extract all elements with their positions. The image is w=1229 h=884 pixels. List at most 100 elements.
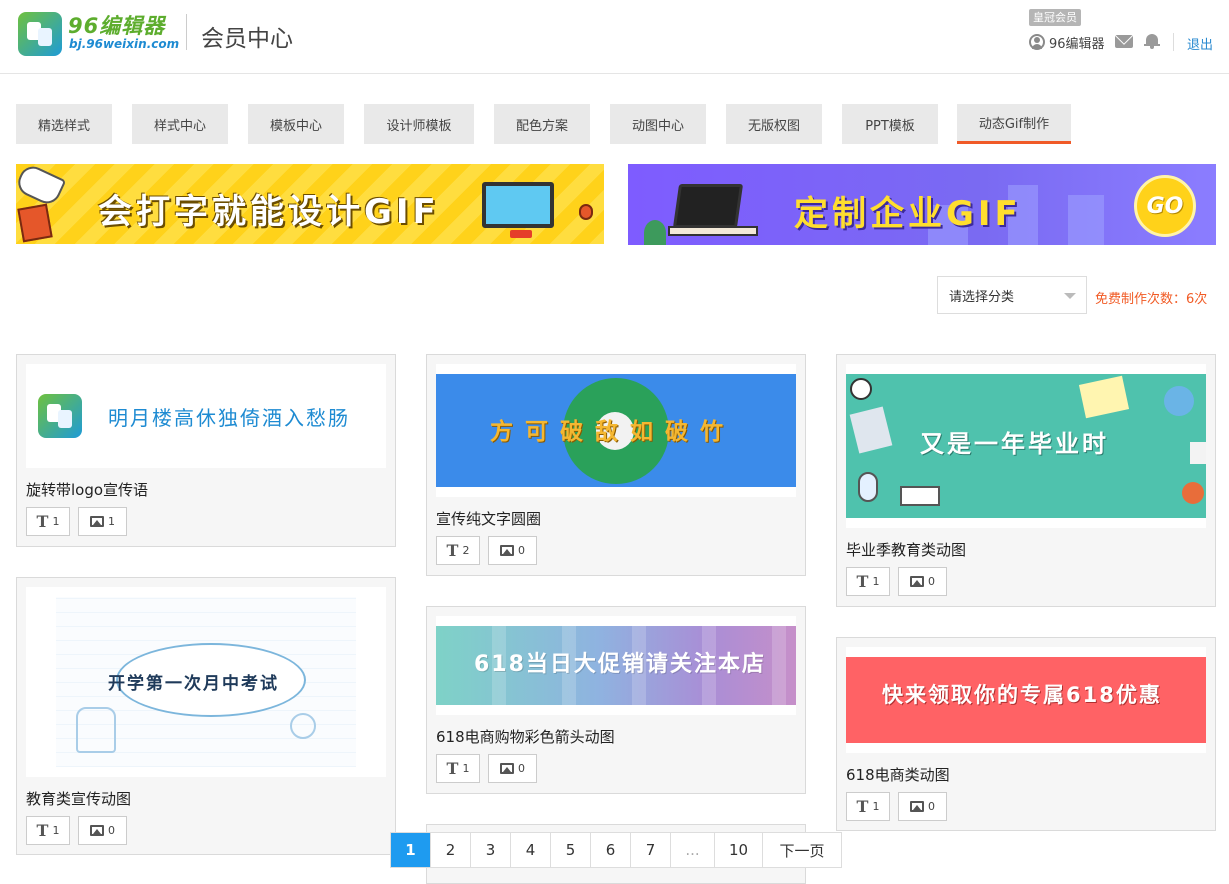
gif-card[interactable]: 开学第一次月中考试 教育类宣传动图 T1 0 <box>16 577 396 855</box>
text-count: 1 <box>462 762 470 775</box>
card-title[interactable]: 旋转带logo宣传语 <box>26 479 148 500</box>
logout-link[interactable]: 退出 <box>1187 34 1213 53</box>
page-link-7[interactable]: 7 <box>631 833 671 867</box>
gif-card[interactable]: 又是一年毕业时 毕业季教育类动图 T1 0 <box>836 354 1216 607</box>
logo-icon <box>38 394 82 438</box>
thumb-text: 开学第一次月中考试 <box>108 674 279 694</box>
card-thumbnail: 方可破敌如破竹 <box>436 364 796 497</box>
image-count-badge: 0 <box>898 567 947 596</box>
page-link-1[interactable]: 1 <box>391 833 431 867</box>
header-separator <box>1173 33 1174 51</box>
image-icon <box>500 545 514 556</box>
gif-card[interactable]: 618当日大促销请关注本店 618电商购物彩色箭头动图 T1 0 <box>426 606 806 794</box>
text-icon: T <box>36 512 49 531</box>
username[interactable]: 96编辑器 <box>1049 33 1105 52</box>
card-thumbnail: 618当日大促销请关注本店 <box>436 616 796 715</box>
page-link-10[interactable]: 10 <box>715 833 763 867</box>
card-thumbnail: 又是一年毕业时 <box>846 364 1206 528</box>
card-thumbnail: 快来领取你的专属618优惠 <box>846 647 1206 753</box>
page-link-3[interactable]: 3 <box>471 833 511 867</box>
thumb-text: 方可破敌如破竹 <box>490 419 735 445</box>
image-count: 1 <box>108 515 115 528</box>
backpack-icon <box>76 707 116 753</box>
text-icon: T <box>36 821 49 840</box>
card-title[interactable]: 618电商购物彩色箭头动图 <box>436 726 615 747</box>
image-count: 0 <box>518 544 525 557</box>
text-count: 1 <box>52 515 60 528</box>
pointing-hand-icon <box>16 164 67 208</box>
gif-card[interactable]: 明月楼高休独倚酒入愁肠 旋转带logo宣传语 T1 1 <box>16 354 396 547</box>
brand-name[interactable]: 96编辑器 <box>68 10 165 40</box>
page-link-6[interactable]: 6 <box>591 833 631 867</box>
bell-icon[interactable] <box>1144 33 1160 49</box>
gif-card[interactable]: 方可破敌如破竹 宣传纯文字圆圈 T2 0 <box>426 354 806 576</box>
text-count-badge: T1 <box>846 567 890 596</box>
brand-logo-icon[interactable] <box>18 12 62 56</box>
tab-designer-templates[interactable]: 设计师模板 <box>364 104 474 144</box>
banner-left-text: 会打字就能设计GIF <box>98 192 440 232</box>
text-count-badge: T1 <box>436 754 480 783</box>
go-button[interactable]: GO <box>1134 175 1196 237</box>
card-title[interactable]: 618电商类动图 <box>846 764 950 785</box>
chevron-down-icon <box>1064 293 1076 299</box>
page-ellipsis: ... <box>671 833 715 867</box>
paint-icon <box>1190 442 1206 464</box>
text-icon: T <box>856 572 869 591</box>
header-divider <box>186 14 187 50</box>
tab-copyright-free-images[interactable]: 无版权图 <box>726 104 822 144</box>
image-icon <box>90 825 104 836</box>
tab-color-schemes[interactable]: 配色方案 <box>494 104 590 144</box>
page-link-5[interactable]: 5 <box>551 833 591 867</box>
free-count-text: 免费制作次数：6次 <box>1095 292 1208 307</box>
card-thumbnail: 明月楼高休独倚酒入愁肠 <box>26 364 386 468</box>
brand-url[interactable]: bj.96weixin.com <box>69 37 179 51</box>
text-count-badge: T1 <box>846 792 890 821</box>
top-header: 96编辑器 bj.96weixin.com 会员中心 皇冠会员 96编辑器 退出 <box>0 0 1229 74</box>
card-title[interactable]: 教育类宣传动图 <box>26 788 131 809</box>
card-title[interactable]: 宣传纯文字圆圈 <box>436 508 541 529</box>
image-count-badge: 0 <box>78 816 127 845</box>
image-count: 0 <box>108 824 115 837</box>
next-page-button[interactable]: 下一页 <box>763 833 841 867</box>
tab-featured-styles[interactable]: 精选样式 <box>16 104 112 144</box>
banner-design-gif[interactable]: 会打字就能设计GIF <box>16 164 604 244</box>
tab-ppt-templates[interactable]: PPT模板 <box>842 104 938 144</box>
gif-card[interactable]: 快来领取你的专属618优惠 618电商类动图 T1 0 <box>836 637 1216 831</box>
image-count-badge: 0 <box>488 754 537 783</box>
page-link-4[interactable]: 4 <box>511 833 551 867</box>
monitor-icon <box>482 182 554 228</box>
vip-badge: 皇冠会员 <box>1029 9 1081 26</box>
tab-gif-maker[interactable]: 动态Gif制作 <box>957 104 1071 144</box>
mouse-icon <box>579 204 593 220</box>
category-select[interactable]: 请选择分类 <box>937 276 1087 314</box>
tab-gif-center[interactable]: 动图中心 <box>610 104 706 144</box>
user-avatar-icon <box>1029 34 1045 50</box>
text-count: 2 <box>462 544 470 557</box>
ball-icon <box>850 378 872 400</box>
card-title[interactable]: 毕业季教育类动图 <box>846 539 966 560</box>
user-menu[interactable]: 96编辑器 <box>1029 32 1105 52</box>
page-link-2[interactable]: 2 <box>431 833 471 867</box>
banner-custom-gif[interactable]: 定制企业GIF GO <box>628 164 1216 245</box>
text-count-badge: T2 <box>436 536 480 565</box>
tab-template-center[interactable]: 模板中心 <box>248 104 344 144</box>
pagination: 1 2 3 4 5 6 7 ... 10 下一页 <box>390 832 842 868</box>
text-count: 1 <box>872 800 880 813</box>
category-select-value: 请选择分类 <box>949 289 1015 305</box>
image-count: 0 <box>928 575 935 588</box>
image-icon <box>500 763 514 774</box>
tab-style-center[interactable]: 样式中心 <box>132 104 228 144</box>
image-icon <box>90 516 104 527</box>
image-count-badge: 1 <box>78 507 127 536</box>
text-count-badge: T1 <box>26 816 70 845</box>
laptop-icon <box>672 184 744 228</box>
globe-icon <box>290 713 316 739</box>
image-count: 0 <box>928 800 935 813</box>
thumb-text: 快来领取你的专属618优惠 <box>882 683 1162 707</box>
thumb-text: 618当日大促销请关注本店 <box>474 652 766 677</box>
text-count: 1 <box>52 824 60 837</box>
image-icon <box>910 801 924 812</box>
mail-icon[interactable] <box>1115 35 1133 48</box>
banner-right-text: 定制企业GIF <box>794 194 1022 234</box>
building-shape <box>1068 195 1104 245</box>
